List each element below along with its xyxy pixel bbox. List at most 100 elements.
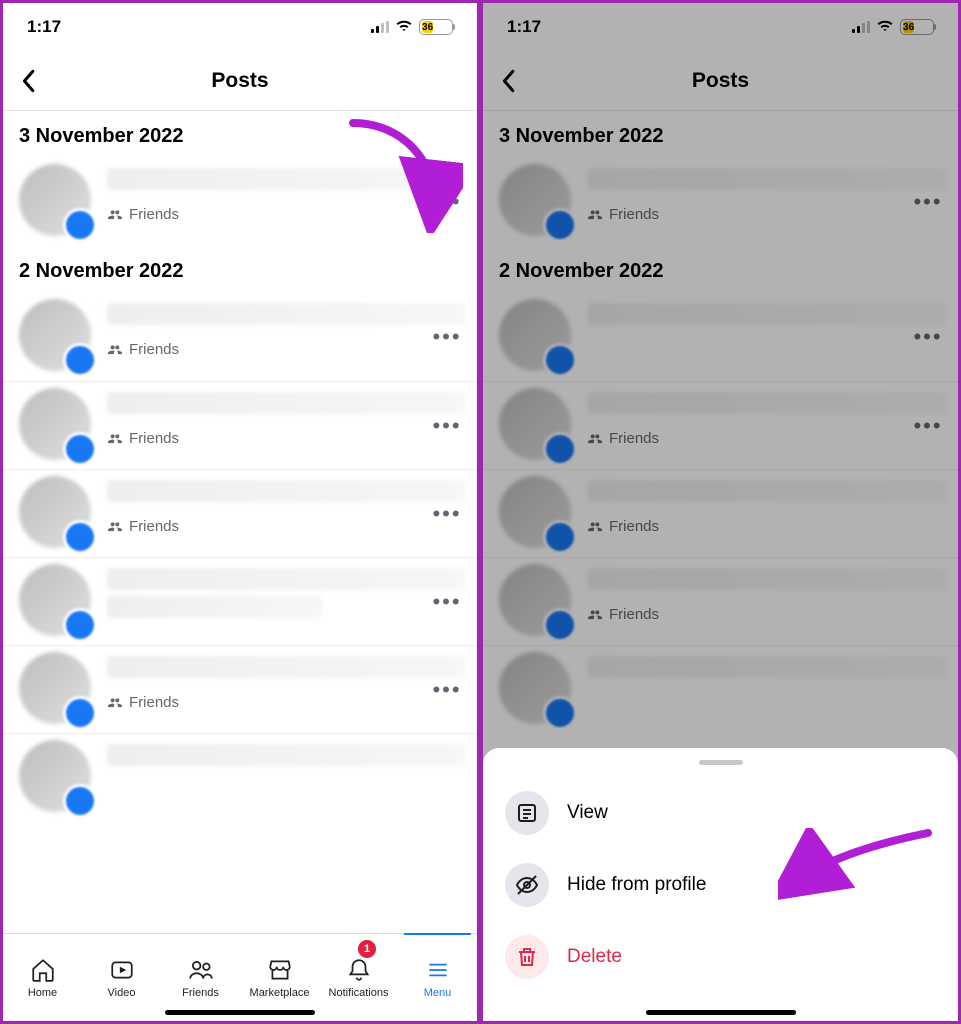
tab-home[interactable]: Home bbox=[3, 934, 82, 1021]
left-screenshot: 1:17 36 Posts 3 November 2022 Friends bbox=[0, 0, 480, 1024]
audience-label: Friends bbox=[107, 518, 465, 535]
sheet-delete-button[interactable]: Delete bbox=[483, 921, 958, 993]
post-row[interactable] bbox=[483, 645, 958, 733]
cellular-icon bbox=[852, 21, 870, 33]
tab-menu[interactable]: Menu bbox=[398, 934, 477, 1021]
page-title: Posts bbox=[483, 69, 958, 93]
post-text-redacted bbox=[587, 392, 946, 414]
post-row[interactable]: Friends ••• bbox=[3, 469, 477, 557]
post-text-redacted bbox=[107, 168, 465, 190]
post-text-redacted bbox=[107, 480, 465, 502]
audience-label: Friends bbox=[587, 430, 946, 447]
post-more-button[interactable]: ••• bbox=[431, 501, 463, 527]
post-more-button[interactable]: ••• bbox=[912, 413, 944, 439]
post-text-redacted bbox=[107, 744, 465, 766]
post-more-button[interactable]: ••• bbox=[431, 324, 463, 350]
sheet-hide-button[interactable]: Hide from profile bbox=[483, 849, 958, 921]
post-row[interactable]: ••• bbox=[3, 557, 477, 645]
audience-label: Friends bbox=[107, 206, 465, 223]
wifi-icon bbox=[395, 17, 413, 37]
post-more-button[interactable]: ••• bbox=[431, 677, 463, 703]
avatar[interactable] bbox=[19, 476, 91, 548]
tab-marketplace[interactable]: Marketplace bbox=[240, 934, 319, 1021]
date-header: 2 November 2022 bbox=[483, 246, 958, 293]
status-time: 1:17 bbox=[507, 17, 541, 37]
home-indicator[interactable] bbox=[646, 1010, 796, 1015]
post-row[interactable]: Friends ••• bbox=[483, 381, 958, 469]
post-text-redacted bbox=[587, 168, 946, 190]
back-button[interactable] bbox=[3, 56, 53, 106]
post-text-redacted bbox=[587, 303, 946, 325]
avatar[interactable] bbox=[499, 299, 571, 371]
post-text-redacted bbox=[107, 568, 465, 590]
view-icon bbox=[505, 791, 549, 835]
battery-icon: 36 bbox=[900, 19, 934, 35]
post-more-button[interactable]: ••• bbox=[912, 324, 944, 350]
tab-notifications[interactable]: 1 Notifications bbox=[319, 934, 398, 1021]
post-row[interactable]: Friends ••• bbox=[3, 645, 477, 733]
post-row[interactable]: Friends ••• bbox=[3, 158, 477, 246]
hide-icon bbox=[505, 863, 549, 907]
post-row[interactable]: Friends bbox=[483, 469, 958, 557]
audience-label: Friends bbox=[107, 694, 465, 711]
date-header: 3 November 2022 bbox=[483, 111, 958, 158]
date-header: 2 November 2022 bbox=[3, 246, 477, 293]
post-text-redacted bbox=[587, 480, 946, 502]
date-header: 3 November 2022 bbox=[3, 111, 477, 158]
avatar[interactable] bbox=[499, 652, 571, 724]
avatar[interactable] bbox=[19, 299, 91, 371]
post-more-button[interactable]: ••• bbox=[431, 413, 463, 439]
status-bar: 1:17 36 bbox=[3, 3, 477, 51]
avatar[interactable] bbox=[19, 164, 91, 236]
sheet-view-button[interactable]: View bbox=[483, 777, 958, 849]
avatar[interactable] bbox=[19, 388, 91, 460]
page-header: Posts bbox=[483, 51, 958, 111]
bottom-tab-bar: Home Video Friends Marketplace 1 Notific… bbox=[3, 933, 477, 1021]
back-button[interactable] bbox=[483, 56, 533, 106]
avatar[interactable] bbox=[499, 476, 571, 548]
post-row[interactable]: Friends ••• bbox=[3, 381, 477, 469]
cellular-icon bbox=[371, 21, 389, 33]
status-indicators: 36 bbox=[371, 17, 453, 37]
audience-label: Friends bbox=[587, 606, 946, 623]
right-screenshot: 1:17 36 Posts 3 November 2022 Friends bbox=[480, 0, 961, 1024]
post-more-button[interactable]: ••• bbox=[431, 589, 463, 615]
avatar[interactable] bbox=[19, 740, 91, 812]
home-indicator[interactable] bbox=[165, 1010, 315, 1015]
post-row[interactable]: Friends ••• bbox=[3, 293, 477, 381]
trash-icon bbox=[505, 935, 549, 979]
avatar[interactable] bbox=[19, 652, 91, 724]
post-text-redacted bbox=[587, 568, 946, 590]
status-bar: 1:17 36 bbox=[483, 3, 958, 51]
tab-friends[interactable]: Friends bbox=[161, 934, 240, 1021]
sheet-item-label: Hide from profile bbox=[567, 874, 706, 896]
sheet-item-label: Delete bbox=[567, 946, 622, 968]
post-row[interactable]: Friends ••• bbox=[483, 158, 958, 246]
avatar[interactable] bbox=[499, 564, 571, 636]
audience-label: Friends bbox=[587, 518, 946, 535]
post-row[interactable]: Friends bbox=[483, 557, 958, 645]
post-text-redacted bbox=[587, 656, 946, 678]
tab-video[interactable]: Video bbox=[82, 934, 161, 1021]
battery-percent: 36 bbox=[903, 21, 914, 33]
sheet-item-label: View bbox=[567, 802, 608, 824]
post-row[interactable] bbox=[3, 733, 477, 821]
page-title: Posts bbox=[3, 69, 477, 93]
page-header: Posts bbox=[3, 51, 477, 111]
audience-label: Friends bbox=[107, 430, 465, 447]
avatar[interactable] bbox=[499, 164, 571, 236]
post-more-button[interactable]: ••• bbox=[431, 189, 463, 215]
status-time: 1:17 bbox=[27, 17, 61, 37]
avatar[interactable] bbox=[19, 564, 91, 636]
posts-scroll[interactable]: 3 November 2022 Friends ••• 2 November 2… bbox=[3, 111, 477, 933]
post-more-button[interactable]: ••• bbox=[912, 189, 944, 215]
avatar[interactable] bbox=[499, 388, 571, 460]
post-text-redacted bbox=[107, 596, 322, 618]
post-text-redacted bbox=[107, 656, 465, 678]
notification-badge: 1 bbox=[358, 940, 376, 958]
post-text-redacted bbox=[107, 392, 465, 414]
sheet-grabber[interactable] bbox=[699, 760, 743, 765]
audience-label: Friends bbox=[107, 341, 465, 358]
post-row[interactable]: ••• bbox=[483, 293, 958, 381]
status-indicators: 36 bbox=[852, 17, 934, 37]
